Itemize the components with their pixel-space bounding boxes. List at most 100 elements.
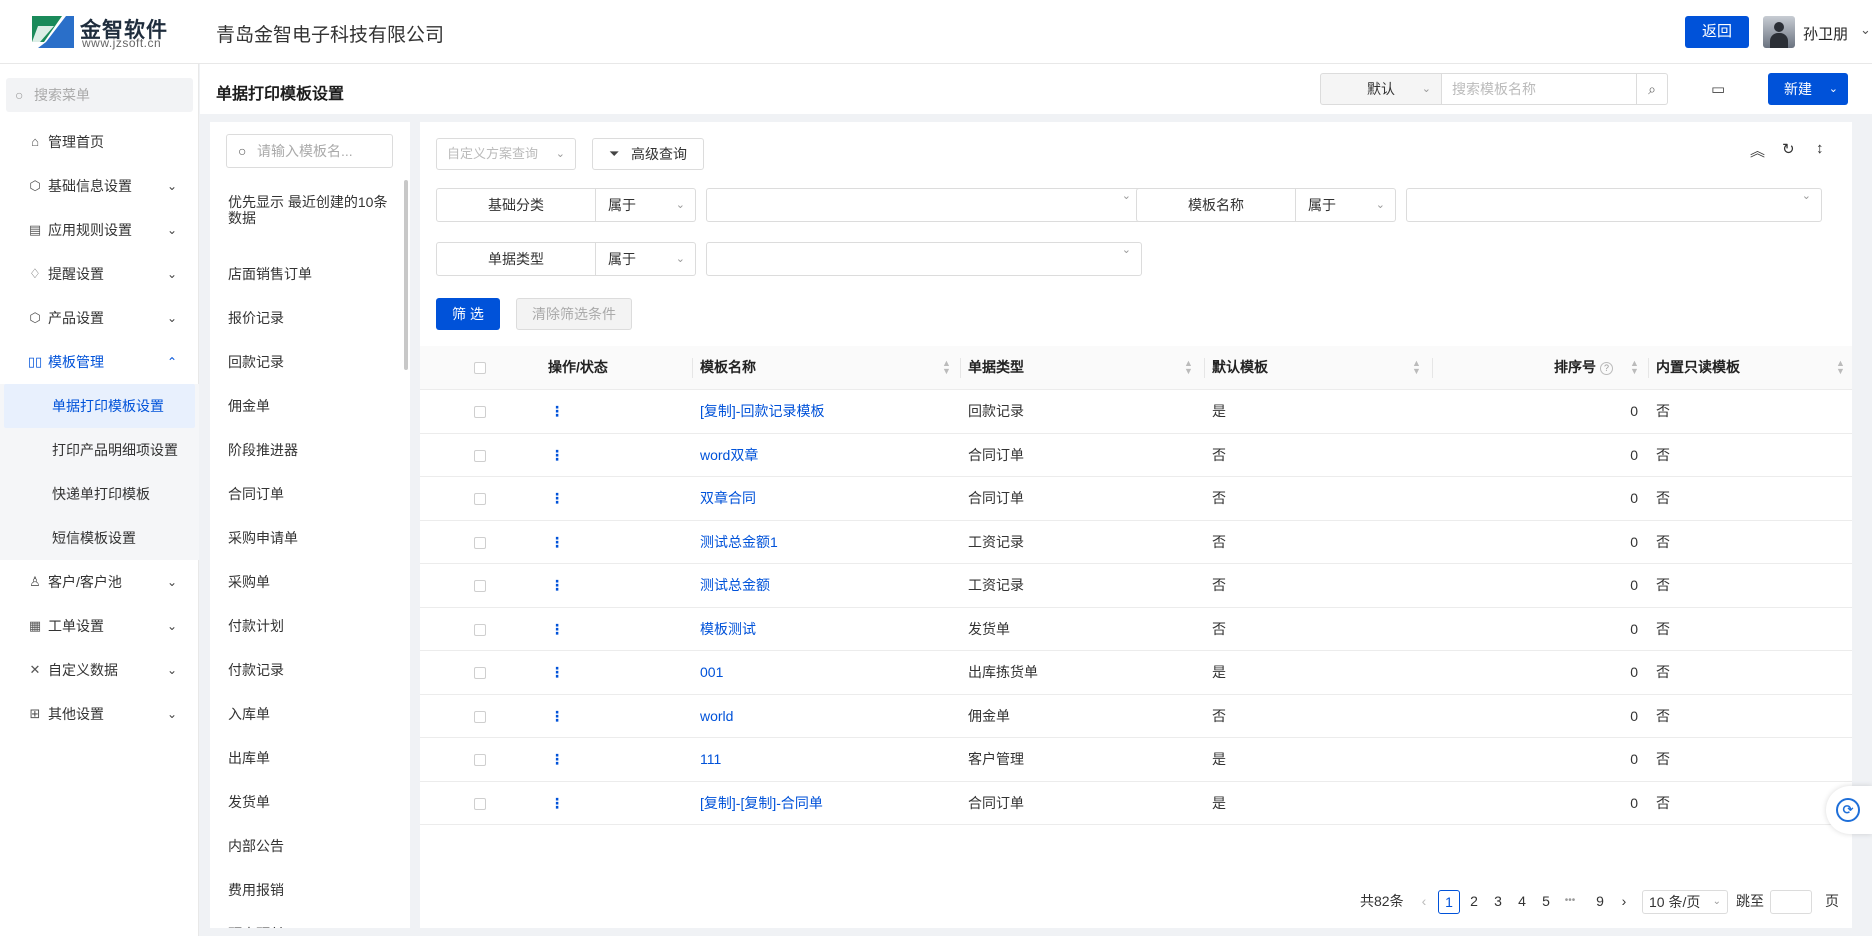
row-checkbox[interactable] xyxy=(474,797,486,810)
template-name-link[interactable]: 模板测试 xyxy=(700,608,756,651)
table-row[interactable]: ⋮ world 佣金单 否 0 否 xyxy=(420,695,1852,738)
filter-value-category[interactable]: ⌄ xyxy=(706,188,1142,222)
logo[interactable]: 金智软件 www.jzsoft.cn xyxy=(32,14,172,50)
row-checkbox[interactable] xyxy=(474,667,486,679)
chevron-down-icon[interactable]: ⌄ xyxy=(1860,22,1871,38)
collapse-icon[interactable]: ︽ xyxy=(1750,140,1765,161)
list-item[interactable]: 采购申请单 xyxy=(228,516,388,560)
submenu-item-print-template[interactable]: 单据打印模板设置 xyxy=(4,384,195,428)
more-actions-icon[interactable]: ⋮ xyxy=(550,521,564,564)
template-search-input[interactable]: 搜索模板名称 xyxy=(1441,73,1637,105)
avatar[interactable] xyxy=(1763,16,1795,48)
sidebar-item-tickets[interactable]: ▦ 工单设置 ⌄ xyxy=(0,604,199,648)
row-checkbox[interactable] xyxy=(474,580,486,592)
list-item[interactable]: 采购单 xyxy=(228,560,388,604)
select-all-checkbox[interactable] xyxy=(474,362,486,374)
template-name-link[interactable]: 测试总金额1 xyxy=(700,521,778,564)
more-actions-icon[interactable]: ⋮ xyxy=(550,738,564,781)
sort-icon[interactable]: ▲ ▼ xyxy=(1184,359,1193,376)
row-checkbox[interactable] xyxy=(474,710,486,723)
page-4[interactable]: 4 xyxy=(1512,890,1532,914)
back-button[interactable]: 返回 xyxy=(1685,16,1749,48)
search-button[interactable]: ⌕ xyxy=(1636,73,1668,105)
template-name-link[interactable]: 双章合同 xyxy=(700,477,756,520)
page-size-select[interactable]: 10 条/页 ⌄ xyxy=(1642,890,1728,914)
page-2[interactable]: 2 xyxy=(1464,890,1484,914)
header-doctype[interactable]: 单据类型 xyxy=(968,346,1024,389)
sort-icon[interactable]: ▲ ▼ xyxy=(1836,359,1845,376)
list-item[interactable]: 入库单 xyxy=(228,692,388,736)
filter-op-category[interactable]: 属于 ⌄ xyxy=(596,188,696,222)
list-item[interactable]: 预支预付 xyxy=(228,912,388,928)
goto-page-input[interactable] xyxy=(1770,890,1812,914)
list-item[interactable]: 出库单 xyxy=(228,736,388,780)
row-checkbox[interactable] xyxy=(474,493,486,505)
filter-value-name[interactable]: ⌄ xyxy=(1406,188,1822,222)
sort-icon[interactable]: ▲ ▼ xyxy=(1630,359,1639,376)
sidebar-item-app-rules[interactable]: ▤ 应用规则设置 ⌄ xyxy=(0,208,199,252)
submenu-item-product-detail[interactable]: 打印产品明细项设置 xyxy=(0,428,199,472)
template-name-link[interactable]: 001 xyxy=(700,651,723,694)
page-1[interactable]: 1 xyxy=(1438,890,1460,914)
template-name-link[interactable]: [复制]-回款记录模板 xyxy=(700,390,824,433)
row-checkbox[interactable] xyxy=(474,536,486,549)
sidebar-item-home[interactable]: ⌂ 管理首页 xyxy=(0,120,199,164)
row-checkbox[interactable] xyxy=(474,406,486,418)
floating-support-button[interactable]: ⟳ xyxy=(1826,786,1872,834)
sidebar-item-reminders[interactable]: ♢ 提醒设置 ⌄ xyxy=(0,252,199,296)
list-item[interactable]: 付款计划 xyxy=(228,604,388,648)
submenu-item-sms[interactable]: 短信模板设置 xyxy=(0,516,199,560)
list-item[interactable]: 店面销售订单 xyxy=(228,252,388,296)
table-row[interactable]: ⋮ 测试总金额 工资记录 否 0 否 xyxy=(420,564,1852,608)
row-checkbox[interactable] xyxy=(474,754,486,766)
list-item[interactable]: 阶段推进器 xyxy=(228,428,388,472)
more-actions-icon[interactable]: ⋮ xyxy=(550,434,564,477)
template-name-link[interactable]: world xyxy=(700,695,733,738)
sort-icon[interactable]: ▲ ▼ xyxy=(942,359,951,376)
page-5[interactable]: 5 xyxy=(1536,890,1556,914)
submenu-item-express[interactable]: 快递单打印模板 xyxy=(0,472,199,516)
list-item[interactable]: 发货单 xyxy=(228,780,388,824)
next-page-icon[interactable]: › xyxy=(1614,890,1634,914)
page-3[interactable]: 3 xyxy=(1488,890,1508,914)
list-item[interactable]: 合同订单 xyxy=(228,472,388,516)
column-divider[interactable] xyxy=(960,358,961,378)
template-name-link[interactable]: [复制]-[复制]-合同单 xyxy=(700,782,823,825)
row-checkbox[interactable] xyxy=(474,623,486,636)
clear-filter-button[interactable]: 清除筛选条件 xyxy=(516,298,632,330)
more-actions-icon[interactable]: ⋮ xyxy=(550,651,564,694)
header-default[interactable]: 默认模板 xyxy=(1212,346,1268,389)
page-9[interactable]: 9 xyxy=(1590,890,1610,914)
menu-search-input[interactable]: ○ 搜索菜单 xyxy=(6,78,193,112)
list-item[interactable]: 费用报销 xyxy=(228,868,388,912)
filter-button[interactable]: 筛 选 xyxy=(436,298,500,330)
table-row[interactable]: ⋮ 模板测试 发货单 否 0 否 xyxy=(420,608,1852,651)
default-select[interactable]: 默认 ⌄ xyxy=(1320,73,1442,105)
table-row[interactable]: ⋮ 测试总金额1 工资记录 否 0 否 xyxy=(420,521,1852,564)
template-name-link[interactable]: 测试总金额 xyxy=(700,564,770,607)
more-actions-icon[interactable]: ⋮ xyxy=(550,782,564,825)
custom-query-select[interactable]: 自定义方案查询 ⌄ xyxy=(436,138,576,170)
list-item[interactable]: 优先显示 最近创建的10条数据 xyxy=(228,192,388,252)
header-name[interactable]: 模板名称 xyxy=(700,346,756,389)
expand-height-icon[interactable]: ↕ xyxy=(1816,140,1824,157)
new-button[interactable]: 新建 ⌄ xyxy=(1768,73,1848,105)
template-name-link[interactable]: 111 xyxy=(700,738,721,781)
column-divider[interactable] xyxy=(1432,358,1433,378)
filter-op-doctype[interactable]: 属于 ⌄ xyxy=(596,242,696,276)
table-row[interactable]: ⋮ 双章合同 合同订单 否 0 否 xyxy=(420,477,1852,521)
list-item[interactable]: 内部公告 xyxy=(228,824,388,868)
header-sort-number[interactable]: 排序号? xyxy=(1554,346,1613,389)
monitor-icon[interactable]: ▭ xyxy=(1711,80,1729,98)
user-name[interactable]: 孙卫朋 xyxy=(1803,23,1848,44)
sidebar-item-customers[interactable]: ♙ 客户/客户池 ⌄ xyxy=(0,560,199,604)
sidebar-item-other[interactable]: ⊞ 其他设置 ⌄ xyxy=(0,692,199,736)
template-name-link[interactable]: word双章 xyxy=(700,434,758,477)
list-item[interactable]: 佣金单 xyxy=(228,384,388,428)
header-readonly[interactable]: 内置只读模板 xyxy=(1656,346,1740,389)
refresh-icon[interactable]: ↻ xyxy=(1782,140,1795,158)
filter-op-name[interactable]: 属于 ⌄ xyxy=(1296,188,1396,222)
table-row[interactable]: ⋮ [复制]-[复制]-合同单 合同订单 是 0 否 xyxy=(420,782,1852,825)
prev-page-icon[interactable]: ‹ xyxy=(1414,890,1434,914)
table-row[interactable]: ⋮ word双章 合同订单 否 0 否 xyxy=(420,434,1852,477)
